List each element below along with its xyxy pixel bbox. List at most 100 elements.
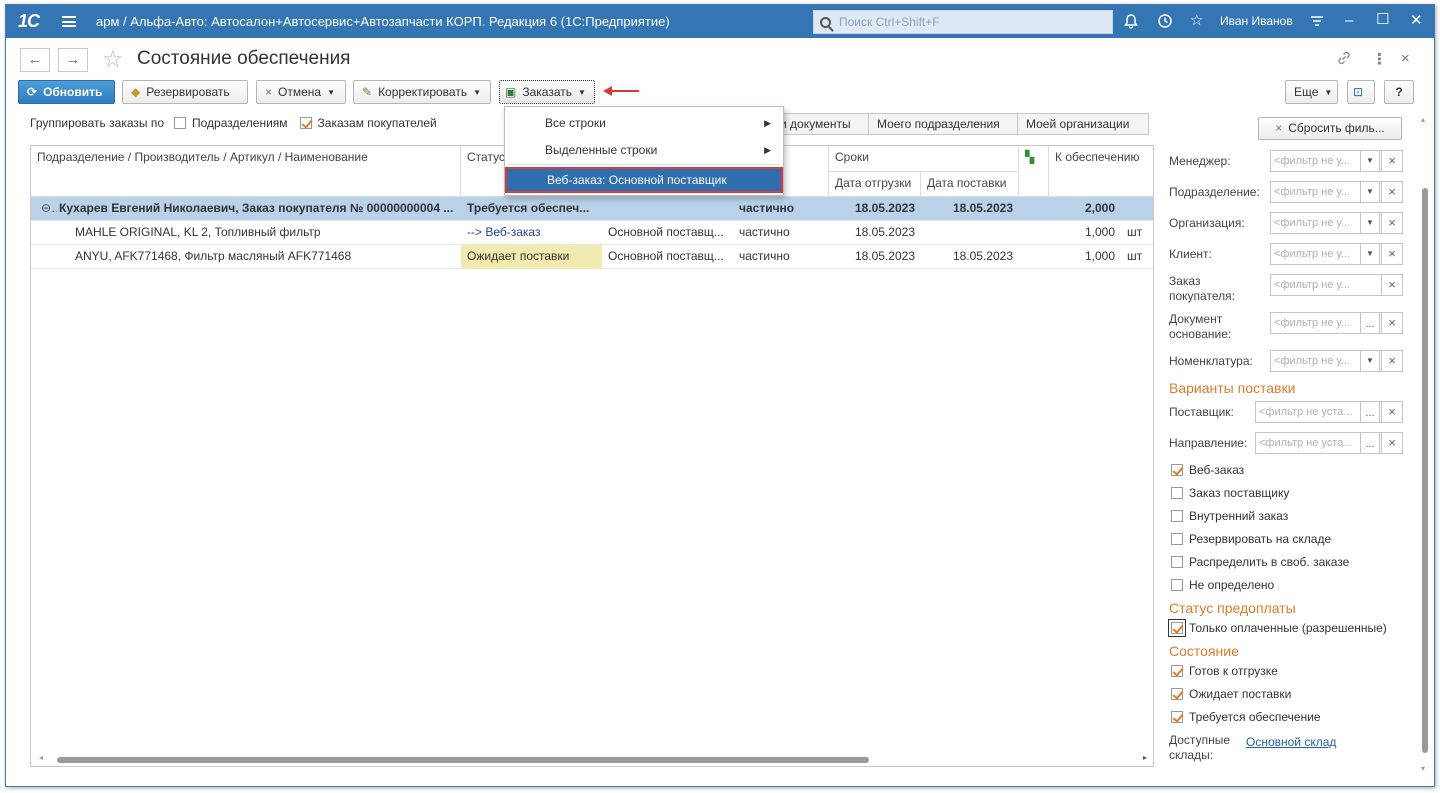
checkbox[interactable] <box>1171 579 1183 591</box>
close-form-icon[interactable]: × <box>1401 50 1410 67</box>
reset-filters-button[interactable]: × Сбросить филь... <box>1258 117 1402 140</box>
clear-icon[interactable]: × <box>1381 181 1403 203</box>
settings-lines-icon[interactable] <box>1309 13 1325 33</box>
menu-item-all-rows[interactable]: Все строки ▶ <box>505 110 783 136</box>
option-awaiting-delivery[interactable]: Ожидает поставки <box>1171 687 1291 701</box>
search-input[interactable] <box>837 14 1087 30</box>
dropdown-icon[interactable]: ▼ <box>1360 350 1380 372</box>
scroll-right-icon[interactable]: ▸ <box>1143 753 1147 762</box>
option-ready-to-ship[interactable]: Готов к отгрузке <box>1171 664 1278 678</box>
dropdown-icon[interactable]: ▼ <box>1360 212 1380 234</box>
checkbox[interactable] <box>1171 556 1183 568</box>
help-button[interactable]: ? <box>1384 80 1414 104</box>
favorites-star-icon[interactable]: ☆ <box>1190 13 1203 29</box>
filter-division-field[interactable]: <фильтр не у... ▼ × <box>1270 181 1403 203</box>
filter-manager-field[interactable]: <фильтр не у... ▼ × <box>1270 150 1403 172</box>
clear-icon[interactable]: × <box>1381 312 1403 334</box>
option-reserve-warehouse[interactable]: Резервировать на складе <box>1171 532 1331 546</box>
checkbox[interactable] <box>1171 510 1183 522</box>
dropdown-icon[interactable]: ▼ <box>1360 150 1380 172</box>
supply-status-table[interactable]: Подразделение / Производитель / Артикул … <box>30 145 1154 767</box>
ellipsis-select-icon[interactable]: ... <box>1360 312 1380 334</box>
scroll-up-icon[interactable]: ▴ <box>1421 115 1425 124</box>
filter-nomenclature-field[interactable]: <фильтр не у... ▼ × <box>1270 350 1403 372</box>
app-logo: 1С <box>18 11 40 31</box>
clear-icon[interactable]: × <box>1381 212 1403 234</box>
back-button[interactable]: ← <box>20 48 50 72</box>
current-user[interactable]: Иван Иванов <box>1220 14 1293 28</box>
scroll-down-icon[interactable]: ▾ <box>1421 764 1425 773</box>
horizontal-scrollbar[interactable]: ◂ ▸ <box>31 752 1153 766</box>
vertical-scroll-thumb[interactable] <box>1422 188 1428 753</box>
bell-icon[interactable] <box>1123 13 1139 33</box>
option-web-order[interactable]: Веб-заказ <box>1171 463 1244 477</box>
checkbox[interactable] <box>1171 688 1183 700</box>
filter-direction-field[interactable]: <фильтр не уста... ... × <box>1255 432 1403 454</box>
order-button[interactable]: ▣ Заказать ▼ <box>499 80 595 104</box>
checkbox[interactable] <box>1171 533 1183 545</box>
clear-icon[interactable]: × <box>1381 401 1403 423</box>
col-header-icon[interactable]: ▚ <box>1019 146 1049 197</box>
option-supplier-order[interactable]: Заказ поставщику <box>1171 486 1289 500</box>
main-menu-icon[interactable] <box>62 16 76 27</box>
filter-organization-field[interactable]: <фильтр не у... ▼ × <box>1270 212 1403 234</box>
checkbox[interactable] <box>1171 487 1183 499</box>
checkbox[interactable] <box>1171 665 1183 677</box>
maximize-icon[interactable]: ☐ <box>1376 12 1389 28</box>
table-row[interactable]: ANYU, AFK771468, Фильтр масляный AFK7714… <box>31 245 1153 269</box>
col-header-to-supply[interactable]: К обеспечению <box>1049 146 1153 197</box>
col-header-ship-date[interactable]: Дата отгрузки <box>829 172 921 197</box>
cancel-button[interactable]: × Отмена ▼ <box>256 80 346 104</box>
reserve-button[interactable]: ◆ Резервировать <box>122 80 248 104</box>
global-search[interactable] <box>813 10 1113 34</box>
menu-item-selected-rows[interactable]: Выделенные строки ▶ <box>505 137 783 163</box>
checkbox[interactable] <box>1171 464 1183 476</box>
close-window-icon[interactable]: ✕ <box>1410 13 1423 29</box>
forward-button[interactable]: → <box>58 48 88 72</box>
ellipsis-select-icon[interactable]: ... <box>1360 401 1380 423</box>
chevron-down-icon: ▼ <box>473 87 481 97</box>
link-icon[interactable] <box>1336 50 1352 70</box>
group-by-division-checkbox[interactable] <box>174 117 187 129</box>
clear-icon[interactable]: × <box>1381 432 1403 454</box>
filter-customer-order-field[interactable]: <фильтр не у... × <box>1270 274 1403 296</box>
scroll-left-icon[interactable]: ◂ <box>39 753 43 762</box>
table-row[interactable]: MAHLE ORIGINAL, KL 2, Топливный фильтр -… <box>31 221 1153 245</box>
filter-supplier-field[interactable]: <фильтр не уста... ... × <box>1255 401 1403 423</box>
dropdown-icon[interactable]: ▼ <box>1360 243 1380 265</box>
table-group-row[interactable]: ⊖ Кухарев Евгений Николаевич, Заказ поку… <box>31 197 1153 221</box>
horizontal-scroll-thumb[interactable] <box>57 757 869 763</box>
option-distribute-free-order[interactable]: Распределить в своб. заказе <box>1171 555 1349 569</box>
segment-my-division[interactable]: Моего подразделения <box>868 113 1018 135</box>
settings-form-button[interactable]: ⊡ <box>1347 80 1375 104</box>
available-warehouses-link[interactable]: Основной склад <box>1246 735 1336 750</box>
checkbox[interactable] <box>1168 619 1186 637</box>
history-icon[interactable] <box>1157 13 1173 33</box>
filter-client-field[interactable]: <фильтр не у... ▼ × <box>1270 243 1403 265</box>
checkbox[interactable] <box>1171 711 1183 723</box>
ellipsis-select-icon[interactable]: ... <box>1360 432 1380 454</box>
option-internal-order[interactable]: Внутренний заказ <box>1171 509 1288 523</box>
option-only-paid[interactable]: Только оплаченные (разрешенные) <box>1168 619 1387 637</box>
menu-item-web-order-main-supplier[interactable]: Веб-заказ: Основной поставщик <box>505 167 783 193</box>
option-supply-required[interactable]: Требуется обеспечение <box>1171 710 1321 724</box>
more-actions-icon[interactable]: ⋮ <box>1372 50 1387 68</box>
correct-button[interactable]: ✎ Корректировать ▼ <box>353 80 491 104</box>
col-header-delivery-date[interactable]: Дата поставки <box>921 172 1019 197</box>
filter-panel-scrollbar[interactable]: ▴ ▾ <box>1419 113 1431 773</box>
available-warehouses-label: Доступные склады: <box>1169 733 1230 762</box>
segment-my-organization[interactable]: Моей организации <box>1017 113 1149 135</box>
clear-icon[interactable]: × <box>1381 150 1403 172</box>
clear-icon[interactable]: × <box>1381 274 1403 296</box>
group-by-customer-orders-checkbox[interactable] <box>299 117 312 129</box>
more-button[interactable]: Еще ▼ <box>1285 80 1338 104</box>
refresh-button[interactable]: ⟳ Обновить <box>18 80 115 104</box>
dropdown-icon[interactable]: ▼ <box>1360 181 1380 203</box>
option-undefined[interactable]: Не определено <box>1171 578 1274 592</box>
clear-icon[interactable]: × <box>1381 350 1403 372</box>
clear-icon[interactable]: × <box>1381 243 1403 265</box>
favorite-star-icon[interactable]: ☆ <box>102 45 124 74</box>
col-header-name[interactable]: Подразделение / Производитель / Артикул … <box>31 146 461 197</box>
filter-base-document-field[interactable]: <фильтр не у... ... × <box>1270 312 1403 334</box>
minimize-icon[interactable]: – <box>1345 13 1353 29</box>
